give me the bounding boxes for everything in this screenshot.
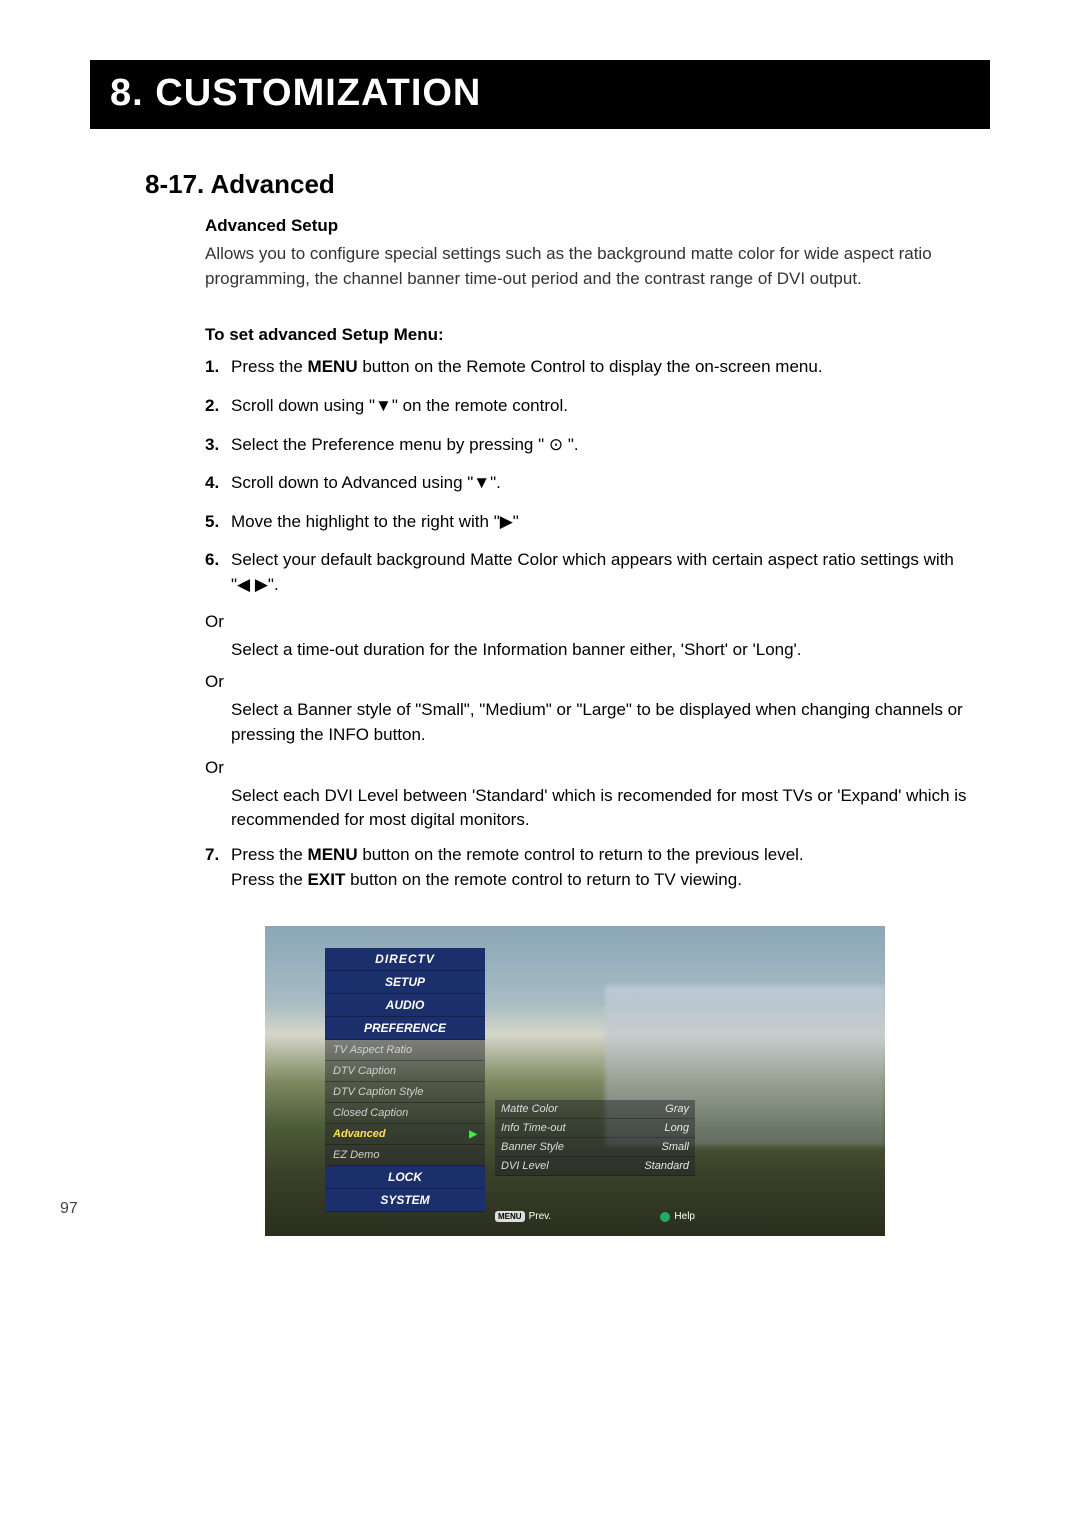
page-number: 97 [60, 1200, 78, 1218]
chevron-right-icon: ▶ [469, 1129, 477, 1140]
steps-list: 1. Press the MENU button on the Remote C… [205, 355, 970, 892]
step-2: 2. Scroll down using "▼" on the remote c… [205, 394, 970, 419]
page-content: 8-17. Advanced Advanced Setup Allows you… [90, 169, 990, 1236]
section-title: 8-17. Advanced [145, 169, 970, 200]
setting-label: Matte Color [501, 1103, 558, 1115]
setting-value: Standard [636, 1160, 689, 1172]
alt-option-2: Select a Banner style of "Small", "Mediu… [205, 698, 970, 747]
menu-category-system[interactable]: SYSTEM [325, 1189, 485, 1212]
menu-category-lock[interactable]: LOCK [325, 1166, 485, 1189]
or-separator: Or [205, 672, 970, 692]
advanced-setup-heading: Advanced Setup [205, 216, 970, 236]
setting-matte-color[interactable]: Matte Color Gray [495, 1100, 695, 1119]
chapter-title-bar: 8. CUSTOMIZATION [90, 60, 990, 129]
step-number: 1. [205, 355, 231, 380]
setting-value: Gray [657, 1103, 689, 1115]
step-text: Scroll down using "▼" on the remote cont… [231, 394, 970, 419]
step-number: 6. [205, 548, 231, 597]
step-number: 2. [205, 394, 231, 419]
step-text: Move the highlight to the right with "▶" [231, 510, 970, 535]
step-text: Press the MENU button on the remote cont… [231, 843, 970, 892]
menu-item-label: Advanced [333, 1128, 386, 1140]
setting-value: Long [657, 1122, 689, 1134]
menu-button-icon: MENU [495, 1211, 525, 1222]
to-set-heading: To set advanced Setup Menu: [205, 325, 970, 345]
setting-label: Info Time-out [501, 1122, 566, 1134]
alt-option-1: Select a time-out duration for the Infor… [205, 638, 970, 663]
step-number: 7. [205, 843, 231, 892]
setting-label: Banner Style [501, 1141, 564, 1153]
manual-page: 8. CUSTOMIZATION 8-17. Advanced Advanced… [0, 0, 1080, 1528]
osd-menu: DIRECTV SETUP AUDIO PREFERENCE TV Aspect… [325, 948, 485, 1212]
advanced-settings-panel: Matte Color Gray Info Time-out Long Bann… [495, 1100, 695, 1176]
menu-item-closed-caption[interactable]: Closed Caption [325, 1103, 485, 1124]
advanced-setup-desc: Allows you to configure special settings… [205, 242, 970, 291]
help-hint: Help [660, 1211, 695, 1222]
menu-category-setup[interactable]: SETUP [325, 971, 485, 994]
step-1: 1. Press the MENU button on the Remote C… [205, 355, 970, 380]
osd-footer: MENU Prev. Help [495, 1211, 695, 1222]
brand-label: DIRECTV [325, 948, 485, 971]
menu-item-dtv-caption-style[interactable]: DTV Caption Style [325, 1082, 485, 1103]
or-separator: Or [205, 758, 970, 778]
step-number: 4. [205, 471, 231, 496]
menu-item-advanced[interactable]: Advanced ▶ [325, 1124, 485, 1145]
step-4: 4. Scroll down to Advanced using "▼". [205, 471, 970, 496]
step-number: 5. [205, 510, 231, 535]
step-text: Scroll down to Advanced using "▼". [231, 471, 970, 496]
step-number: 3. [205, 433, 231, 458]
prev-hint: MENU Prev. [495, 1211, 551, 1222]
menu-item-ez-demo[interactable]: EZ Demo [325, 1145, 485, 1166]
step-5: 5. Move the highlight to the right with … [205, 510, 970, 535]
setting-label: DVI Level [501, 1160, 549, 1172]
menu-item-dtv-caption[interactable]: DTV Caption [325, 1061, 485, 1082]
alt-option-3: Select each DVI Level between 'Standard'… [205, 784, 970, 833]
chapter-title: 8. CUSTOMIZATION [110, 72, 970, 115]
setting-banner-style[interactable]: Banner Style Small [495, 1138, 695, 1157]
menu-category-preference[interactable]: PREFERENCE [325, 1017, 485, 1040]
setting-value: Small [653, 1141, 689, 1153]
or-separator: Or [205, 612, 970, 632]
tv-screenshot: DIRECTV SETUP AUDIO PREFERENCE TV Aspect… [265, 926, 885, 1236]
step-text: Select your default background Matte Col… [231, 548, 970, 597]
setting-dvi-level[interactable]: DVI Level Standard [495, 1157, 695, 1176]
step-7: 7. Press the MENU button on the remote c… [205, 843, 970, 892]
step-text: Press the MENU button on the Remote Cont… [231, 355, 970, 380]
help-button-icon [660, 1212, 670, 1222]
menu-item-aspect[interactable]: TV Aspect Ratio [325, 1040, 485, 1061]
setting-info-timeout[interactable]: Info Time-out Long [495, 1119, 695, 1138]
help-label: Help [674, 1211, 695, 1222]
step-6: 6. Select your default background Matte … [205, 548, 970, 597]
section-body: Advanced Setup Allows you to configure s… [145, 216, 970, 1236]
step-text: Select the Preference menu by pressing "… [231, 433, 970, 458]
menu-category-audio[interactable]: AUDIO [325, 994, 485, 1017]
step-3: 3. Select the Preference menu by pressin… [205, 433, 970, 458]
prev-label: Prev. [529, 1211, 552, 1222]
